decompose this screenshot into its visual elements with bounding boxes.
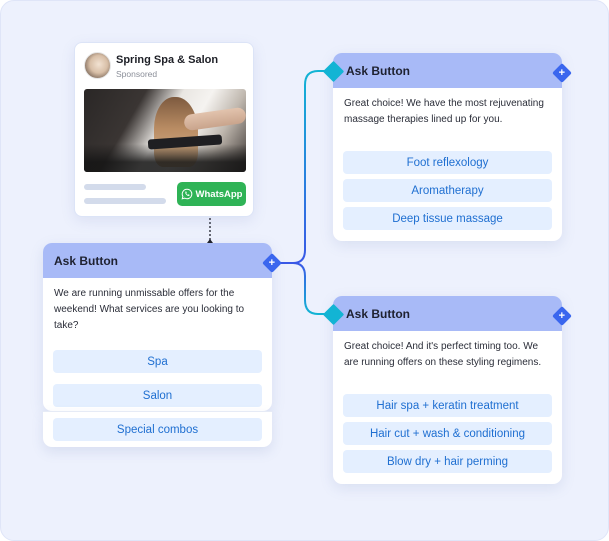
plus-icon: +	[268, 256, 276, 269]
whatsapp-icon	[181, 188, 192, 200]
ask-button-node-services[interactable]: Ask Button We are running unmissable off…	[43, 243, 282, 411]
node-message: Great choice! We have the most rejuvenat…	[344, 98, 544, 125]
ad-preview-card[interactable]: Spring Spa & Salon Sponsored WhatsApp	[74, 42, 254, 217]
option-label: Special combos	[116, 423, 199, 436]
node-message: We are running unmissable offers for the…	[54, 288, 245, 331]
node-header[interactable]: Ask Button	[43, 243, 272, 278]
whatsapp-cta-button[interactable]: WhatsApp	[177, 182, 246, 206]
ask-button-node-services-extra[interactable]: Special combos	[43, 411, 272, 447]
plus-icon: +	[558, 66, 566, 79]
node-title: Ask Button	[54, 253, 118, 268]
option-label: Deep tissue massage	[392, 212, 503, 225]
option-button-hair-spa-keratin[interactable]: Hair spa + keratin treatment	[343, 394, 552, 417]
whatsapp-cta-label: WhatsApp	[195, 188, 243, 200]
option-label: Aromatherapy	[411, 184, 484, 197]
option-button-hair-cut-wash[interactable]: Hair cut + wash & conditioning	[343, 422, 552, 445]
option-label: Hair spa + keratin treatment	[376, 399, 519, 412]
option-button-deep-tissue-massage[interactable]: Deep tissue massage	[343, 207, 552, 230]
node-header[interactable]: Ask Button	[333, 296, 562, 331]
page-avatar	[84, 52, 111, 79]
option-label: Foot reflexology	[406, 156, 489, 169]
node-title: Ask Button	[346, 306, 410, 321]
ad-text-placeholder	[84, 184, 146, 190]
option-button-aromatherapy[interactable]: Aromatherapy	[343, 179, 552, 202]
option-button-blow-dry-perming[interactable]: Blow dry + hair perming	[343, 450, 552, 473]
ad-image	[84, 89, 246, 172]
option-label: Blow dry + hair perming	[386, 455, 509, 468]
option-button-special-combos[interactable]: Special combos	[53, 418, 262, 441]
ad-text-placeholder	[84, 198, 166, 204]
ad-page-name: Spring Spa & Salon	[116, 54, 219, 66]
node-header[interactable]: Ask Button	[333, 53, 562, 88]
option-label: Salon	[142, 389, 173, 402]
option-button-salon[interactable]: Salon	[53, 384, 262, 407]
option-button-foot-reflexology[interactable]: Foot reflexology	[343, 151, 552, 174]
plus-icon: +	[558, 309, 566, 322]
option-label: Spa	[147, 355, 168, 368]
option-label: Hair cut + wash & conditioning	[369, 427, 525, 440]
node-message: Great choice! And it's perfect timing to…	[344, 341, 542, 368]
node-title: Ask Button	[346, 63, 410, 78]
ad-sponsored-label: Sponsored	[116, 69, 158, 79]
option-button-spa[interactable]: Spa	[53, 350, 262, 373]
ask-button-node-massage[interactable]: Ask Button Great choice! We have the mos…	[322, 53, 572, 241]
ask-button-node-styling[interactable]: Ask Button Great choice! And it's perfec…	[322, 296, 572, 484]
